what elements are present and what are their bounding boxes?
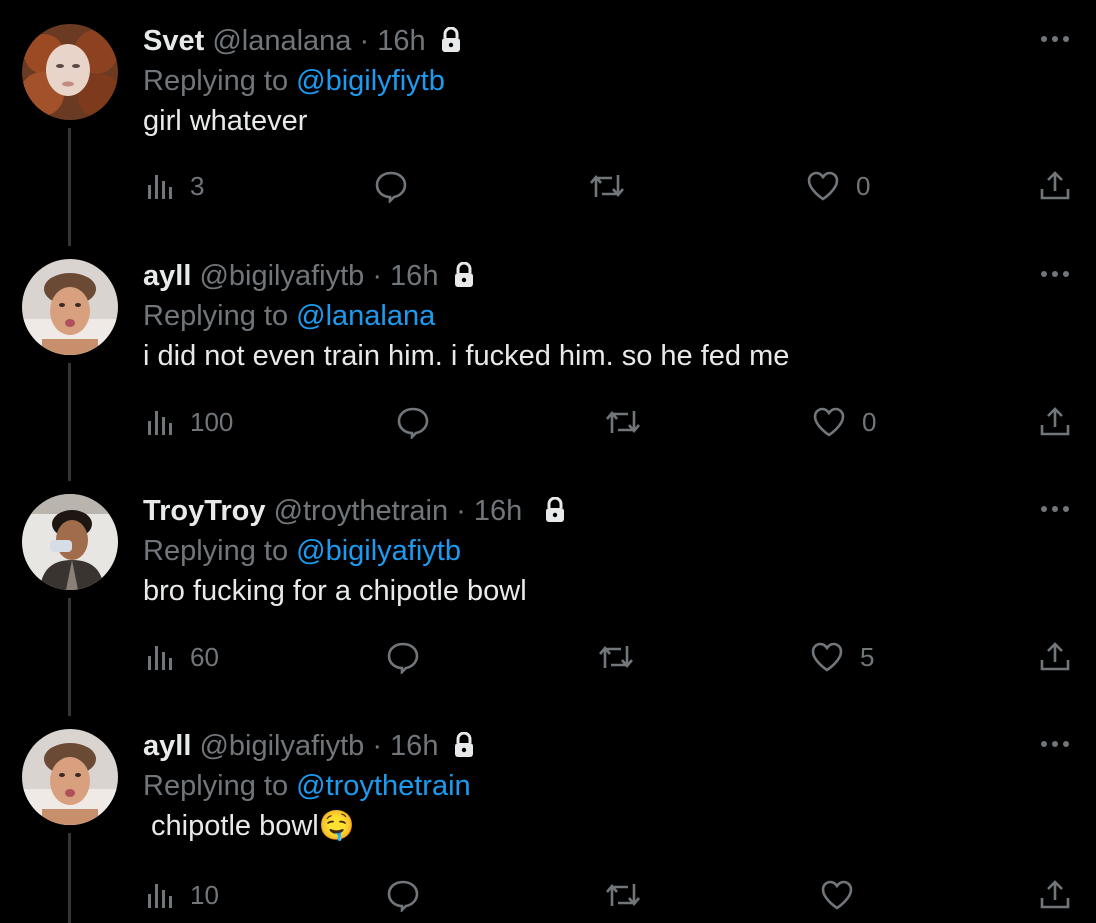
user-handle[interactable]: @troythetrain xyxy=(274,495,449,527)
retweet-button[interactable] xyxy=(588,166,642,206)
views-count: 3 xyxy=(190,170,205,201)
share-button[interactable] xyxy=(1038,875,1072,915)
avatar[interactable] xyxy=(22,494,118,590)
reply-button[interactable] xyxy=(374,166,424,206)
heart-icon xyxy=(811,642,843,672)
views-count: 60 xyxy=(190,641,219,672)
avatar[interactable] xyxy=(22,259,118,355)
user-handle[interactable]: @bigilyafiytb xyxy=(199,260,364,292)
tweet-header: ayll @bigilyafiytb · 16h xyxy=(143,259,475,296)
mention-link[interactable]: @bigilyfiytb xyxy=(296,65,445,97)
retweet-icon xyxy=(599,645,633,669)
like-button[interactable] xyxy=(820,875,870,915)
reply-icon xyxy=(397,407,429,439)
tweet-actions: 3 0 xyxy=(0,166,1096,206)
reply-icon xyxy=(375,171,407,203)
reply-button[interactable] xyxy=(386,637,436,677)
lock-icon xyxy=(544,496,566,531)
retweet-icon xyxy=(590,174,624,198)
more-options-icon[interactable] xyxy=(1040,500,1070,518)
timestamp[interactable]: · 16h xyxy=(360,25,426,57)
replying-to: Replying to @bigilyfiytb xyxy=(143,64,445,98)
heart-icon xyxy=(821,880,853,910)
replying-to: Replying to @lanalana xyxy=(143,299,435,333)
reply-button[interactable] xyxy=(386,875,436,915)
tweet-text: bro fucking for a chipotle bowl xyxy=(143,575,527,607)
retweet-button[interactable] xyxy=(597,637,651,677)
retweet-icon xyxy=(606,410,640,434)
avatar[interactable] xyxy=(22,729,118,825)
share-icon xyxy=(1040,642,1070,671)
reply-tweet[interactable]: ayll @bigilyafiytb · 16h Replying to @tr… xyxy=(0,729,1096,923)
like-button[interactable]: 0 xyxy=(812,402,876,442)
like-count: 0 xyxy=(856,170,871,201)
tweet-text: chipotle bowl🤤 xyxy=(143,810,355,842)
mention-link[interactable]: @lanalana xyxy=(296,300,435,332)
reply-button[interactable] xyxy=(396,402,446,442)
timestamp[interactable]: · 16h xyxy=(372,730,438,762)
tweet-text: i did not even train him. i fucked him. … xyxy=(143,340,790,372)
mention-link[interactable]: @troythetrain xyxy=(296,770,471,802)
reply-icon xyxy=(387,642,419,674)
tweet-header: Svet @lanalana · 16h xyxy=(143,24,462,61)
share-icon xyxy=(1040,171,1070,200)
mention-link[interactable]: @bigilyafiytb xyxy=(296,535,461,567)
display-name[interactable]: TroyTroy xyxy=(143,495,266,527)
views-button[interactable]: 100 xyxy=(146,402,233,442)
lock-icon xyxy=(453,261,475,296)
like-count: 0 xyxy=(862,406,877,437)
share-button[interactable] xyxy=(1038,402,1072,442)
like-count: 5 xyxy=(860,641,875,672)
timestamp[interactable]: · 16h xyxy=(372,260,438,292)
like-button[interactable]: 5 xyxy=(810,637,874,677)
share-icon xyxy=(1040,880,1070,909)
replying-to-label: Replying to xyxy=(143,535,297,567)
tweet-actions: 60 5 xyxy=(0,637,1096,677)
reply-tweet[interactable]: TroyTroy @troythetrain · 16h Replying to… xyxy=(0,494,1096,716)
avatar[interactable] xyxy=(22,24,118,120)
display-name[interactable]: Svet xyxy=(143,25,204,57)
more-options-icon[interactable] xyxy=(1040,265,1070,283)
lock-icon xyxy=(453,731,475,766)
retweet-button[interactable] xyxy=(604,402,658,442)
user-handle[interactable]: @lanalana xyxy=(212,25,351,57)
display-name[interactable]: ayll xyxy=(143,730,191,762)
views-button[interactable]: 3 xyxy=(146,166,204,206)
replying-to-label: Replying to xyxy=(143,770,297,802)
tweet-text: girl whatever xyxy=(143,105,308,137)
more-options-icon[interactable] xyxy=(1040,735,1070,753)
tweet-actions: 100 0 xyxy=(0,402,1096,442)
views-icon xyxy=(148,884,172,908)
share-button[interactable] xyxy=(1038,637,1072,677)
views-button[interactable]: 60 xyxy=(146,637,219,677)
views-icon xyxy=(148,175,172,199)
views-icon xyxy=(148,411,172,435)
replying-to: Replying to @bigilyafiytb xyxy=(143,534,461,568)
views-icon xyxy=(148,646,172,670)
heart-icon xyxy=(813,407,845,437)
user-handle[interactable]: @bigilyafiytb xyxy=(199,730,364,762)
timestamp[interactable]: · 16h xyxy=(456,495,522,527)
reply-icon xyxy=(387,880,419,912)
replying-to: Replying to @troythetrain xyxy=(143,769,471,803)
like-button[interactable]: 0 xyxy=(806,166,870,206)
share-button[interactable] xyxy=(1038,166,1072,206)
views-count: 10 xyxy=(190,879,219,910)
share-icon xyxy=(1040,407,1070,436)
heart-icon xyxy=(807,171,839,201)
tweet-header: ayll @bigilyafiytb · 16h xyxy=(143,729,475,766)
tweet-header: TroyTroy @troythetrain · 16h xyxy=(143,494,566,531)
retweet-icon xyxy=(606,883,640,907)
more-options-icon[interactable] xyxy=(1040,30,1070,48)
views-count: 100 xyxy=(190,406,234,437)
reply-tweet[interactable]: ayll @bigilyafiytb · 16h Replying to @la… xyxy=(0,259,1096,481)
retweet-button[interactable] xyxy=(604,875,658,915)
reply-tweet[interactable]: Svet @lanalana · 16h Replying to @bigily… xyxy=(0,24,1096,246)
tweet-actions: 10 xyxy=(0,875,1096,915)
display-name[interactable]: ayll xyxy=(143,260,191,292)
replying-to-label: Replying to xyxy=(143,300,297,332)
replying-to-label: Replying to xyxy=(143,65,297,97)
views-button[interactable]: 10 xyxy=(146,875,219,915)
lock-icon xyxy=(440,26,462,61)
